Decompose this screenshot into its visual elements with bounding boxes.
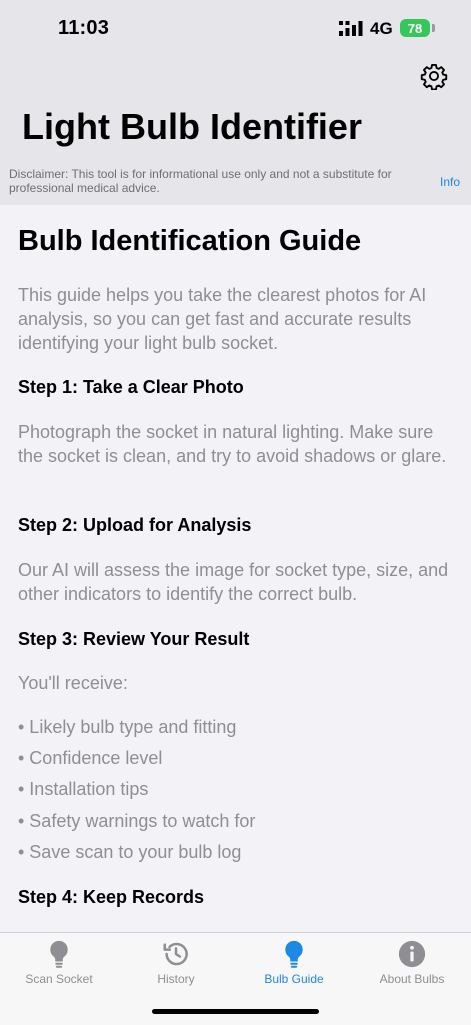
tab-scan-socket[interactable]: Scan Socket bbox=[0, 933, 118, 993]
home-indicator bbox=[152, 1009, 319, 1014]
tab-label: Scan Socket bbox=[25, 972, 93, 986]
info-link[interactable]: Info bbox=[440, 175, 460, 189]
list-item: • Installation tips bbox=[18, 779, 149, 799]
app-title: Light Bulb Identifier bbox=[22, 106, 362, 147]
tab-bulb-guide[interactable]: Bulb Guide bbox=[235, 933, 353, 993]
step1-title: Step 1: Take a Clear Photo bbox=[18, 377, 244, 397]
network-type: 4G bbox=[370, 19, 393, 38]
list-item: • Likely bulb type and fitting bbox=[18, 717, 237, 737]
guide-intro: This guide helps you take the clearest p… bbox=[18, 285, 427, 353]
tab-label: About Bulbs bbox=[379, 972, 445, 986]
battery-cap bbox=[432, 24, 435, 32]
step2-title: Step 2: Upload for Analysis bbox=[18, 515, 252, 535]
lightbulb-icon bbox=[50, 940, 68, 968]
gear-icon[interactable] bbox=[420, 62, 448, 90]
header-area: 11:03 4G 78 Light Bulb Identifier Discla… bbox=[0, 0, 471, 205]
battery-level: 78 bbox=[407, 20, 423, 36]
step3-text: You'll receive: bbox=[18, 673, 128, 693]
guide-title: Bulb Identification Guide bbox=[18, 225, 362, 257]
status-time: 11:03 bbox=[58, 17, 110, 39]
status-bar: 11:03 4G 78 bbox=[0, 0, 471, 56]
tab-history[interactable]: History bbox=[117, 933, 235, 993]
info-icon bbox=[398, 940, 426, 968]
list-item: • Save scan to your bulb log bbox=[18, 842, 242, 862]
tab-label: History bbox=[157, 972, 195, 986]
list-item: • Safety warnings to watch for bbox=[18, 811, 256, 831]
step2-text: Our AI will assess the image for socket … bbox=[18, 560, 449, 604]
history-icon bbox=[163, 942, 188, 966]
step3-title: Step 3: Review Your Result bbox=[18, 629, 250, 649]
disclaimer-text: Disclaimer: This tool is for information… bbox=[9, 167, 392, 195]
lightbulb-icon bbox=[285, 940, 303, 968]
guide-content[interactable]: Bulb Identification Guide This guide hel… bbox=[0, 205, 471, 932]
list-item: • Confidence level bbox=[18, 748, 163, 768]
signal-icon bbox=[339, 21, 363, 36]
step4-title: Step 4: Keep Records bbox=[18, 887, 205, 907]
step1-text: Photograph the socket in natural lightin… bbox=[18, 422, 447, 466]
battery-icon: 78 bbox=[400, 19, 430, 37]
tab-about-bulbs[interactable]: About Bulbs bbox=[353, 933, 471, 993]
tab-label: Bulb Guide bbox=[264, 972, 324, 986]
